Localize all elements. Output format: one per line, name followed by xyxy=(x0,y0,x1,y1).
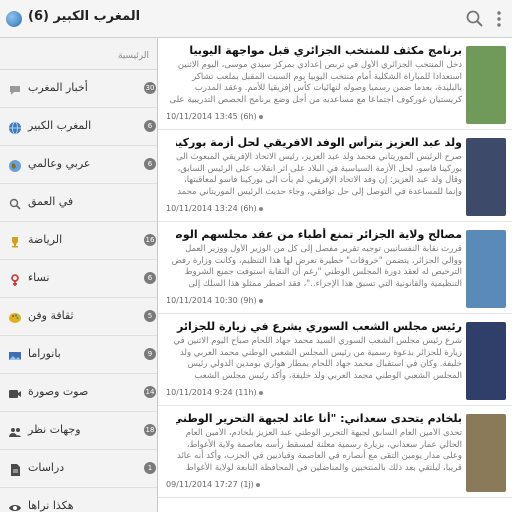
unread-count-badge: 14 xyxy=(144,386,156,398)
article-meta: 10/11/2014 13:45 (6h) xyxy=(166,112,264,121)
article-meta: 10/11/2014 9:24 (11h) xyxy=(166,388,264,397)
palette-icon xyxy=(8,310,22,324)
navigation-drawer: الرئيسية أخبار المغرب 30 المغرب الكبير 6 عرب… xyxy=(0,38,158,512)
sidebar-item[interactable]: وجهات نظر 18 xyxy=(0,412,157,450)
unread-count-badge: 6 xyxy=(144,158,156,170)
article-excerpt: صرح الرئيس الموريتاني محمد ولد عبد العزي… xyxy=(175,152,462,197)
drawer-list: أخبار المغرب 30 المغرب الكبير 6 عربي وعالمي 6… xyxy=(0,70,157,512)
sidebar-item[interactable]: هكذا نراها xyxy=(0,488,157,512)
sidebar-item[interactable]: دراسات 1 xyxy=(0,450,157,488)
article-row[interactable]: برنامج مكثف للمنتخب الجزائري قبل مواجهة … xyxy=(158,38,512,130)
media-icon xyxy=(8,386,22,400)
sidebar-item[interactable]: المغرب الكبير 6 xyxy=(0,108,157,146)
unread-dot-icon xyxy=(259,390,264,395)
app-globe-icon[interactable] xyxy=(6,11,22,27)
sidebar-item-label: في العمق xyxy=(28,195,74,208)
people-icon xyxy=(8,424,22,438)
sidebar-item-label: ثقافة وفن xyxy=(28,309,74,322)
article-thumbnail xyxy=(466,138,506,216)
unread-dot-icon xyxy=(256,482,261,487)
article-meta: 10/11/2014 13:24 (6h) xyxy=(166,204,264,213)
sidebar-item-label: الرياضة xyxy=(28,233,63,246)
article-timestamp: 10/11/2014 13:45 (6h) xyxy=(166,112,257,121)
sidebar-item-label: بانوراما xyxy=(28,347,61,360)
article-thumbnail xyxy=(466,322,506,400)
sidebar-item[interactable]: الرياضة 16 xyxy=(0,222,157,260)
female-icon xyxy=(8,272,22,286)
unread-count-badge: 9 xyxy=(144,348,156,360)
article-feed[interactable]: برنامج مكثف للمنتخب الجزائري قبل مواجهة … xyxy=(158,38,512,512)
article-excerpt: دخل المنتخب الجزائري الأول في تربص إعداد… xyxy=(169,60,462,105)
unread-count-badge: 6 xyxy=(144,272,156,284)
sidebar-item[interactable]: عربي وعالمي 6 xyxy=(0,146,157,184)
unread-count-badge: 30 xyxy=(144,82,156,94)
sidebar-item[interactable]: صوت وصورة 14 xyxy=(0,374,157,412)
drawer-section-header: الرئيسية xyxy=(0,38,157,70)
sidebar-item-label: هكذا نراها xyxy=(28,499,74,512)
sidebar-item-label: عربي وعالمي xyxy=(28,157,91,170)
sidebar-item-label: دراسات xyxy=(28,461,65,474)
unread-dot-icon xyxy=(259,206,264,211)
article-row[interactable]: رئيس مجلس الشعب السوري يشرع في زيارة للج… xyxy=(158,314,512,406)
sidebar-item[interactable]: بانوراما 9 xyxy=(0,336,157,374)
unread-count-badge: 5 xyxy=(144,310,156,322)
article-excerpt: قررت نقابة النفسانيين توجيه تقرير مفصل إ… xyxy=(171,244,462,289)
overflow-menu-icon[interactable] xyxy=(492,8,506,30)
article-row[interactable]: ولد عبد العزيز يترأس الوفد الافريقي لحل … xyxy=(158,130,512,222)
chat-bubble-icon xyxy=(8,82,22,96)
unread-count-badge: 18 xyxy=(144,424,156,436)
article-title: برنامج مكثف للمنتخب الجزائري قبل مواجهة … xyxy=(189,44,462,57)
sidebar-item[interactable]: ثقافة وفن 5 xyxy=(0,298,157,336)
trophy-icon xyxy=(8,234,22,248)
unread-dot-icon xyxy=(259,298,264,303)
sidebar-item-label: صوت وصورة xyxy=(28,385,89,398)
unread-dot-icon xyxy=(259,114,264,119)
search-icon[interactable] xyxy=(464,8,486,30)
article-thumbnail xyxy=(466,230,506,308)
article-title: ولد عبد العزيز يترأس الوفد الافريقي لحل … xyxy=(176,136,462,149)
article-title: رئيس مجلس الشعب السوري يشرع في زيارة للج… xyxy=(176,320,462,333)
article-thumbnail xyxy=(466,46,506,124)
article-timestamp: 10/11/2014 9:24 (11h) xyxy=(166,388,257,397)
sidebar-item-label: وجهات نظر xyxy=(28,423,81,436)
action-bar: المغرب الكبير (6) xyxy=(0,0,512,38)
sidebar-item[interactable]: أخبار المغرب 30 xyxy=(0,70,157,108)
article-excerpt: شرع رئيس مجلس الشعب السوري السيد محمد جه… xyxy=(173,336,462,381)
article-row[interactable]: بلخادم يتحدى سعداني: "أنا عائد لجبهة الت… xyxy=(158,406,512,498)
unread-count-badge: 6 xyxy=(144,120,156,132)
article-timestamp: 10/11/2014 13:24 (6h) xyxy=(166,204,257,213)
sidebar-item[interactable]: نساء 6 xyxy=(0,260,157,298)
sidebar-item-label: أخبار المغرب xyxy=(28,81,88,94)
article-excerpt: تحدى الأمين العام السابق لجبهة التحرير ا… xyxy=(176,428,462,473)
panorama-icon xyxy=(8,348,22,362)
unread-count-badge: 1 xyxy=(144,462,156,474)
world-icon xyxy=(8,158,22,172)
document-icon xyxy=(8,462,22,476)
sidebar-item-label: المغرب الكبير xyxy=(28,119,92,132)
article-meta: 09/11/2014 17:27 (1j) xyxy=(166,480,261,489)
article-timestamp: 10/11/2014 10:30 (9h) xyxy=(166,296,257,305)
globe-icon xyxy=(8,120,22,135)
article-title: مصالح ولاية الجزائر تمنع أطباء من عقد مج… xyxy=(176,228,462,241)
page-title: المغرب الكبير (6) xyxy=(28,9,141,24)
unread-count-badge: 16 xyxy=(144,234,156,246)
sidebar-item[interactable]: في العمق xyxy=(0,184,157,222)
magnifier-icon xyxy=(8,196,22,210)
article-title: بلخادم يتحدى سعداني: "أنا عائد لجبهة الت… xyxy=(176,412,462,425)
sidebar-item-label: نساء xyxy=(28,271,50,284)
eye-icon xyxy=(8,500,22,512)
article-timestamp: 09/11/2014 17:27 (1j) xyxy=(166,480,254,489)
article-row[interactable]: مصالح ولاية الجزائر تمنع أطباء من عقد مج… xyxy=(158,222,512,314)
article-thumbnail xyxy=(466,414,506,492)
article-meta: 10/11/2014 10:30 (9h) xyxy=(166,296,264,305)
